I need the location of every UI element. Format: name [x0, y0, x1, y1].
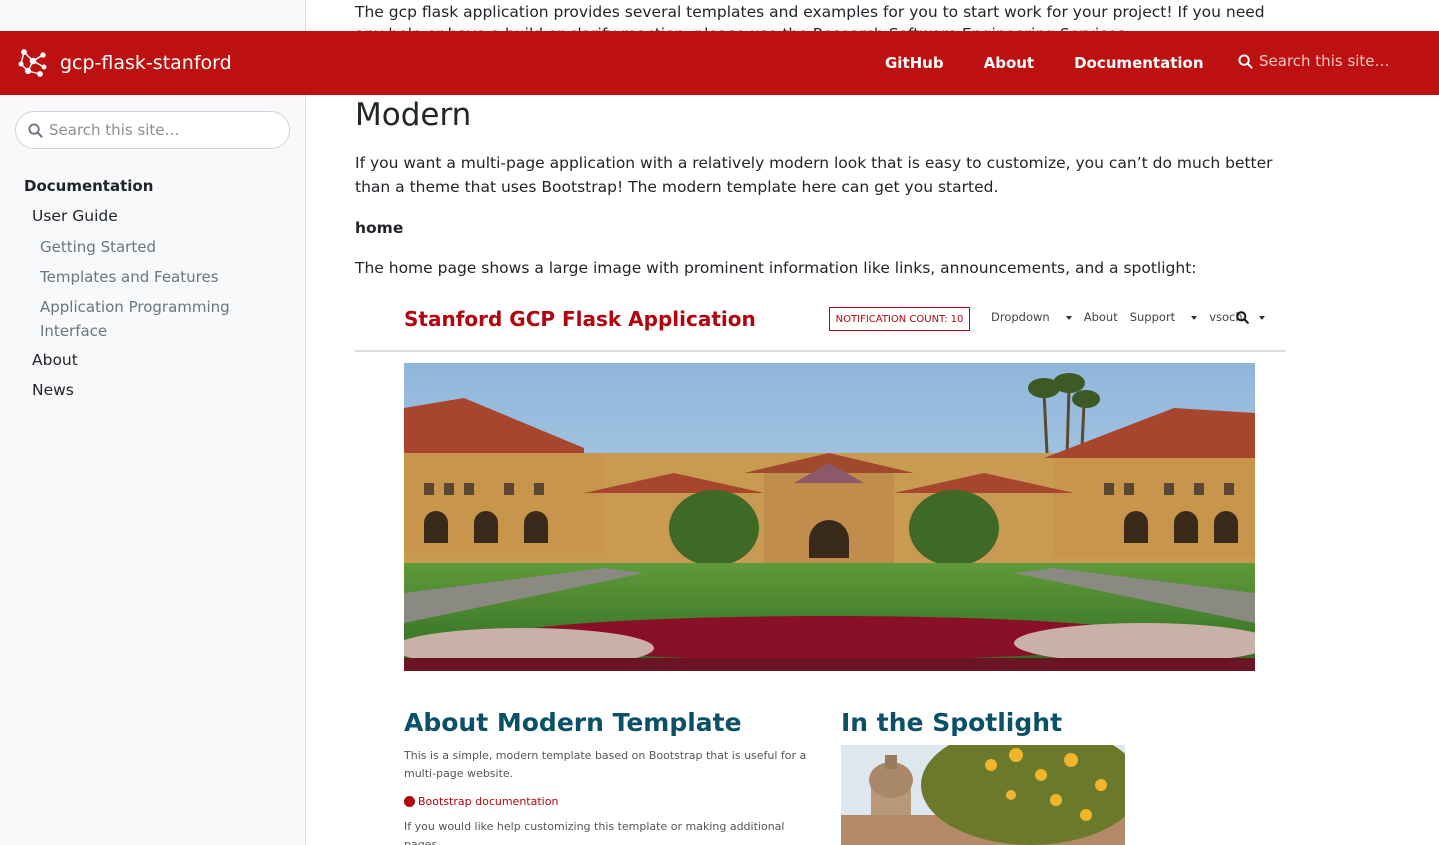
search-icon: [1238, 53, 1253, 69]
screenshot-menu-about: About: [1083, 310, 1118, 324]
notification-badge: NOTIFICATION COUNT: 10: [829, 307, 970, 331]
navbar-links: GitHub About Documentation: [885, 31, 1244, 95]
navbar-search-input[interactable]: Search this site…: [1238, 52, 1390, 70]
sidebar-item-templates-and-features[interactable]: Templates and Features: [40, 265, 284, 289]
sidebar-item-news[interactable]: News: [32, 379, 284, 409]
sidebar-section-documentation[interactable]: Documentation: [24, 175, 284, 205]
screenshot-menu: Dropdown About Support vsoch: [991, 310, 1277, 324]
sidebar-item-about[interactable]: About: [32, 349, 284, 379]
screenshot-header: Stanford GCP Flask Application NOTIFICAT…: [355, 290, 1286, 352]
screenshot-menu-support: Support: [1130, 310, 1198, 324]
chevron-circle-right-icon: [404, 796, 415, 807]
about-modern-more: If you would like help customizing this …: [404, 820, 785, 845]
spotlight-column: In the Spotlight: [841, 707, 1141, 739]
sidebar-item-api[interactable]: Application Programming Interface: [40, 295, 284, 343]
caret-down-icon: [1065, 315, 1072, 320]
nav-github[interactable]: GitHub: [885, 54, 944, 72]
sidebar-nav: Documentation User Guide Getting Started…: [24, 175, 284, 409]
search-icon: [28, 122, 43, 138]
page-title: Modern: [355, 97, 472, 133]
spotlight-heading: In the Spotlight: [841, 708, 1063, 737]
search-icon: [1236, 311, 1249, 324]
spotlight-image-hoover-tower: [841, 745, 1125, 845]
sidebar-item-getting-started[interactable]: Getting Started: [40, 235, 284, 259]
top-navbar: gcp-flask-stanford GitHub About Document…: [0, 31, 1439, 95]
brand-link[interactable]: gcp-flask-stanford: [16, 46, 232, 80]
caret-down-icon: [1258, 315, 1265, 320]
about-modern-column: About Modern Template This is a simple, …: [404, 707, 814, 845]
sidebar-search-placeholder: Search this site…: [49, 121, 180, 139]
template-screenshot: Stanford GCP Flask Application NOTIFICAT…: [355, 290, 1286, 845]
section-subheading-home: home: [355, 219, 404, 237]
bootstrap-docs-link-label: Bootstrap documentation: [418, 795, 559, 808]
sidebar-search-input[interactable]: Search this site…: [15, 111, 290, 149]
about-modern-text: This is a simple, modern template based …: [404, 749, 807, 780]
about-modern-heading: About Modern Template: [404, 708, 742, 737]
navbar-search-placeholder: Search this site…: [1259, 52, 1390, 70]
bootstrap-docs-link: Bootstrap documentation: [404, 795, 814, 808]
nav-documentation[interactable]: Documentation: [1074, 54, 1203, 72]
sidebar: Search this site… Documentation User Gui…: [0, 0, 306, 845]
caret-down-icon: [1191, 315, 1198, 320]
hero-image-stanford-quad: [404, 363, 1255, 671]
nav-about[interactable]: About: [984, 54, 1035, 72]
screenshot-menu-dropdown: Dropdown: [991, 310, 1072, 324]
intro-paragraph: If you want a multi-page application wit…: [355, 154, 1273, 196]
main-content: Modern If you want a multi-page applicat…: [355, 95, 1285, 279]
home-description: The home page shows a large image with p…: [355, 259, 1197, 277]
network-logo-icon: [18, 49, 47, 77]
brand-name: gcp-flask-stanford: [60, 52, 232, 74]
screenshot-site-title: Stanford GCP Flask Application: [404, 307, 756, 331]
sidebar-item-user-guide[interactable]: User Guide: [32, 205, 284, 235]
